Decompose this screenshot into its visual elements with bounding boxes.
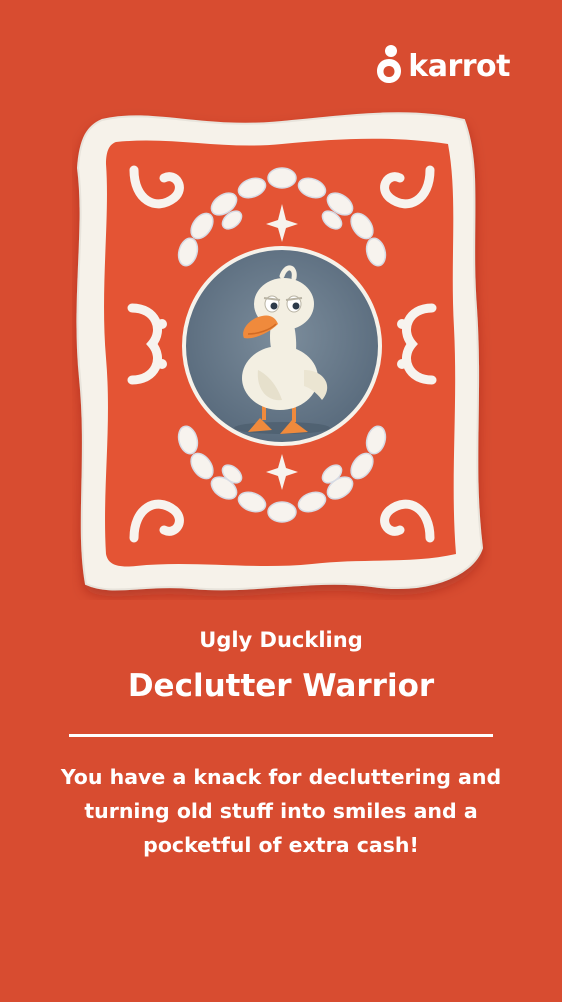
duckling-portrait (182, 246, 382, 446)
karrot-logo-icon (377, 45, 402, 83)
badge-title: Declutter Warrior (127, 668, 435, 704)
badge-card-screen: karrot Ugly Duckling Declutter Warrior Y… (0, 0, 562, 1002)
badge-description: You have a knack for decluttering and tu… (60, 765, 502, 857)
ornamental-frame-illustration (76, 112, 484, 591)
badge-frame (72, 108, 492, 600)
karrot-logo: karrot (376, 44, 510, 84)
karrot-wordmark: karrot (408, 49, 510, 84)
character-name: Ugly Duckling (199, 628, 363, 652)
divider (69, 734, 493, 737)
